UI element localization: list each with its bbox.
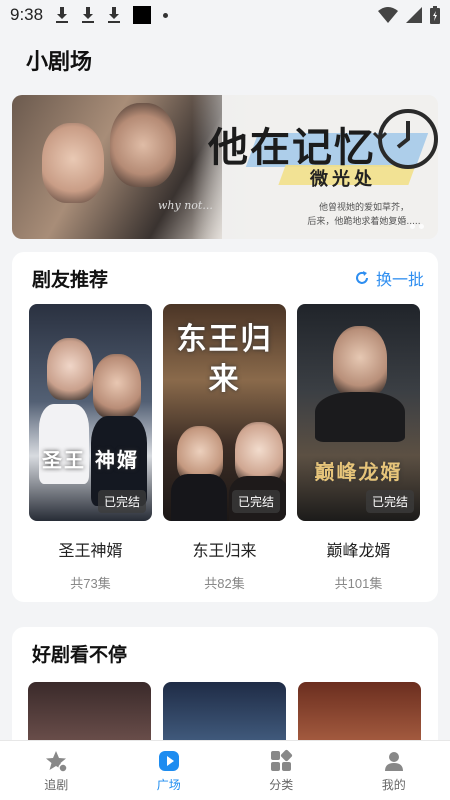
refresh-label: 换一批: [375, 272, 424, 289]
drama-card[interactable]: 巅峰龙婿 已完结 巅峰龙婿 共101集: [297, 304, 420, 592]
banner-caption-line: 他曾视她的爱如草芥，: [318, 203, 409, 213]
status-badge: 已完结: [97, 490, 146, 513]
drama-poster[interactable]: 东王归来 已完结: [163, 304, 286, 521]
drama-card[interactable]: 东王归来 已完结 东王归来 共82集: [163, 304, 286, 592]
refresh-icon: [355, 271, 368, 284]
download-icon: [82, 7, 95, 23]
play-icon: [158, 750, 179, 771]
banner-script-text: why not...: [158, 199, 213, 212]
tab-category[interactable]: 分类: [225, 741, 338, 800]
tab-label: 分类: [269, 777, 294, 792]
wifi-icon: [378, 7, 398, 23]
refresh-button[interactable]: 换一批: [354, 266, 424, 290]
section-title: 剧友推荐: [32, 269, 109, 291]
banner-caption: 他曾视她的爱如草芥， 后来，他跪地求着她复婚.....: [304, 201, 424, 229]
tab-plaza[interactable]: 广场: [113, 741, 226, 800]
status-badge: 已完结: [365, 490, 414, 513]
notification-square-icon: [133, 6, 152, 24]
drama-card[interactable]: 圣王 神婿 已完结 圣王神婿 共73集: [29, 304, 152, 592]
tab-label: 追剧: [44, 777, 69, 792]
promo-banner[interactable]: 他在记忆 微光处 他曾视她的爱如草芥， 后来，他跪地求着她复婚..... why…: [12, 95, 438, 239]
episode-count: 共73集: [70, 576, 111, 591]
poster-title: 东王归来: [176, 322, 273, 397]
drama-title[interactable]: 圣王神婿: [29, 537, 152, 561]
clock-icon: [372, 109, 438, 169]
dot-icon: [163, 12, 169, 18]
drama-title[interactable]: 巅峰龙婿: [297, 537, 420, 561]
episode-count: 共82集: [204, 576, 245, 591]
bottom-tab-bar: 追剧 广场 分类 我的: [0, 740, 450, 800]
tab-label: 广场: [156, 777, 181, 792]
status-time: 9:38: [10, 5, 44, 24]
recommend-section: 剧友推荐 换一批 圣王 神婿 已完结 圣王神婿 共73集 东王归来 已完结 东王…: [12, 252, 438, 602]
poster-title: 巅峰龙婿: [314, 460, 403, 484]
poster-title: 圣王 神婿: [42, 448, 139, 472]
category-icon: [271, 749, 293, 771]
drama-title[interactable]: 东王归来: [163, 537, 286, 561]
banner-actor-image: [110, 103, 176, 187]
tab-profile[interactable]: 我的: [338, 741, 450, 800]
drama-poster[interactable]: 巅峰龙婿 已完结: [297, 304, 420, 521]
banner-subtitle: 微光处: [310, 169, 376, 190]
drama-poster[interactable]: 圣王 神婿 已完结: [29, 304, 152, 521]
download-icon: [108, 7, 121, 23]
banner-pager: [410, 224, 424, 229]
episode-count: 共101集: [334, 576, 383, 591]
tab-label: 我的: [381, 777, 406, 792]
status-badge: 已完结: [231, 490, 280, 513]
signal-icon: [406, 7, 422, 23]
star-icon: [46, 750, 68, 773]
page-title: 小剧场: [26, 49, 93, 74]
tab-follow[interactable]: 追剧: [0, 741, 113, 800]
user-icon: [384, 751, 403, 771]
status-bar: 9:38: [0, 0, 450, 30]
battery-icon: [430, 6, 440, 24]
download-icon: [56, 7, 69, 23]
banner-actress-image: [42, 123, 104, 203]
section-title: 好剧看不停: [32, 644, 128, 666]
banner-caption-line: 后来，他跪地求着她复婚.....: [307, 217, 421, 227]
